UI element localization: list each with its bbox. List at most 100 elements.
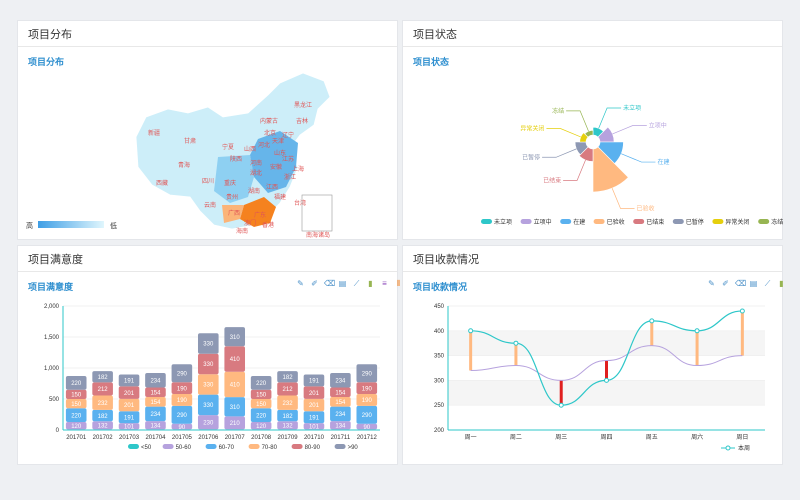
grid-band [448,380,765,406]
bar-data-label: 410 [230,357,241,363]
legend-swatch [128,444,139,449]
receipts-panel: 项目收款情况 项目收款情况 ✎ ✐ ⌫ ▤ ⟋ ▮ 200 250 300 350 40… [402,245,784,466]
legend-item[interactable]: 在建 [560,218,585,226]
legend-label: 80-90 [305,445,321,451]
y-tick-label: 500 [49,397,60,403]
bar-data-label: 90 [179,425,186,431]
bar-data-label: 232 [283,401,294,407]
legend-swatch [162,444,174,449]
x-tick-label: 周六 [691,433,703,441]
bar-data-label: 120 [71,424,82,430]
china-map[interactable]: 新疆 西藏 青海 甘肃 内蒙古 黑龙江 吉林 辽宁 北京 天津 河北 山西 山东… [18,47,399,241]
province-label: 香港 [262,221,274,229]
legend-item[interactable]: 本周 [721,444,750,452]
province-label: 台湾 [294,199,306,207]
bar-data-label: 190 [362,398,373,404]
y-tick-label: 450 [434,304,445,310]
data-point [558,402,564,408]
bar-data-label: 220 [256,381,267,387]
bar-data-label: 150 [256,393,267,399]
y-tick-label: 300 [434,378,445,384]
x-tick-label: 周一 [465,434,477,441]
stacked-bar-chart[interactable]: 0 500 1,000 1,500 2,000 120 220 150 150 220 201701… [18,272,399,466]
bar-data-label: 132 [283,423,294,429]
legend-item[interactable]: 70-80 [248,444,278,451]
province-label: 贵州 [226,193,238,201]
bar-data-label: 290 [177,371,188,377]
bar-data-label: 132 [98,423,109,429]
province-label: 山西 [244,145,256,153]
legend-item[interactable]: 未立项 [481,218,512,226]
legend-item[interactable]: 80-90 [291,444,321,451]
bar-data-label: 150 [71,393,82,399]
slice-label-line [611,188,635,209]
province-label: 四川 [202,178,214,185]
legend-item[interactable]: 异常关闭 [712,218,749,226]
legend-label: 异常关闭 [725,218,749,226]
bar-data-label: 101 [124,424,135,430]
bar-data-label: 182 [283,414,294,420]
legend-item[interactable]: 已验收 [593,218,625,226]
rose-pie-chart[interactable]: 未立项立项中在建已验收已结束已暂停异常关闭冻结未立项 立项中 在建 已验收 已结束 已暂停… [403,47,784,241]
legend-item[interactable]: <50 [128,444,152,451]
bar-data-label: 234 [150,412,161,418]
legend-item[interactable]: 立项中 [520,218,552,226]
legend-swatch-dot [725,445,731,451]
legend-label: 已验收 [607,218,625,226]
panel-title: 项目满意度 [28,253,83,266]
bar-data-label: 120 [256,424,267,430]
bar-data-label: 234 [335,378,346,384]
x-tick-label: 201710 [304,435,325,441]
receipts-line-chart[interactable]: 200 250 300 350 400 450 周一 周二 周三 周四 周五 周六 周日本周 [403,272,784,466]
province-label: 青海 [178,161,190,169]
legend-label: 在建 [573,218,585,226]
province-label: 广西 [228,209,240,217]
up-down-bar [650,320,654,346]
x-tick-label: 201711 [331,435,351,441]
legend-swatch [520,219,532,224]
bar-data-label: 330 [203,342,214,348]
bar-data-label: 90 [363,425,370,431]
legend-item[interactable]: 50-60 [162,444,192,451]
legend-swatch [334,444,346,449]
bar-data-label: 234 [150,378,161,384]
x-tick-label: 201707 [225,435,246,441]
legend-item[interactable]: 60-70 [205,444,235,451]
y-tick-label: 2,000 [44,304,60,310]
bar-data-label: 154 [335,400,346,406]
legend-swatch [291,444,303,449]
bar-data-label: 210 [230,421,241,427]
bar-data-label: 330 [203,383,214,389]
province-label: 宁夏 [222,143,234,151]
y-tick-label: 350 [434,354,445,360]
data-point [513,340,519,346]
province-label: 上海 [292,165,304,173]
bar-data-label: 101 [309,424,320,430]
slice-label: 已暂停 [522,153,540,161]
legend-item[interactable]: 冻结 [758,218,783,226]
legend-item[interactable]: 已暂停 [672,218,704,226]
legend-label: 冻结 [771,218,783,226]
province-label: 辽宁 [282,131,294,139]
bar-segment [197,429,219,430]
province-label: 浙江 [284,173,296,181]
y-tick-label: 0 [56,428,60,434]
bar-data-label: 220 [256,413,267,419]
bar-data-label: 330 [203,362,214,368]
visual-map-low: 低 [110,221,117,230]
province-label: 新疆 [148,129,160,137]
grid-band [448,330,765,356]
panel-title: 项目分布 [28,28,72,41]
bar-data-label: 232 [98,401,109,407]
x-tick-label: 201709 [278,435,299,441]
province-label: 重庆 [224,179,236,187]
visual-map-bar [38,221,104,228]
bar-data-label: 201 [124,391,135,397]
province-label: 河北 [258,141,270,149]
bar-data-label: 134 [150,423,161,429]
slice-label-line [566,110,589,132]
legend-item[interactable]: >90 [334,444,359,451]
legend-item[interactable]: 已结束 [633,218,664,226]
slice-label: 冻结 [552,107,564,115]
province-label: 湖南 [248,187,260,195]
